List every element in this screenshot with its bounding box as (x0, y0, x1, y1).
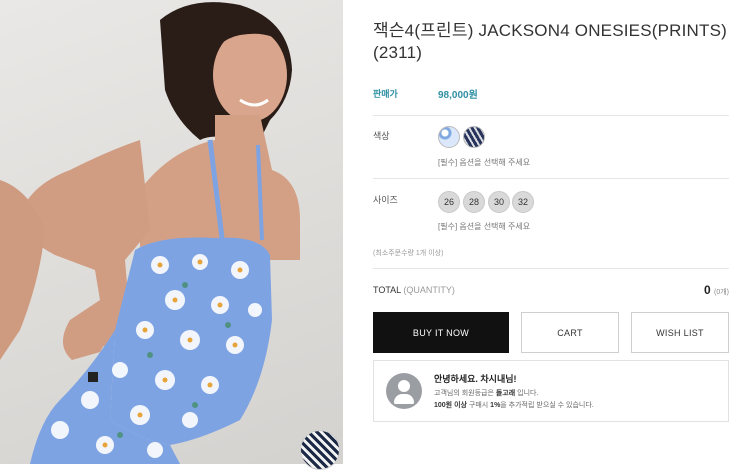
buy-now-button[interactable]: BUY IT NOW (373, 312, 509, 353)
size-option-28[interactable]: 28 (463, 191, 485, 213)
min-order-note: (최소주문수량 1개 이상) (373, 250, 444, 257)
color-swatch-zebra[interactable] (463, 126, 485, 148)
reward-suffix: 을 추가적립 받으실 수 있습니다. (500, 402, 594, 409)
size-option-32[interactable]: 32 (512, 191, 534, 213)
size-option-26[interactable]: 26 (438, 191, 460, 213)
grade-name: 돌고래 (495, 390, 516, 397)
divider (373, 178, 729, 179)
product-title: 잭슨4(프린트) JACKSON4 ONESIES(PRINTS)(2311) (373, 21, 728, 62)
size-required-note: [필수] 옵션을 선택해 주세요 (438, 222, 531, 231)
total-unit: (0개) (714, 289, 729, 296)
price-value: 98,000원 (438, 90, 478, 101)
reward-amount: 100원 이상 (434, 402, 467, 409)
member-grade-line: 고객님의 회원등급은 돌고래 입니다. (434, 388, 538, 398)
wish-list-button[interactable]: WISH LIST (631, 312, 729, 353)
divider (373, 268, 729, 269)
grade-suffix: 입니다. (515, 390, 539, 397)
total-text: TOTAL (373, 285, 401, 295)
avatar-icon (386, 373, 422, 409)
total-value: 0 (0개) (704, 283, 729, 297)
reward-rate: 1% (490, 402, 501, 409)
size-label: 사이즈 (373, 195, 398, 205)
cart-button[interactable]: CART (521, 312, 619, 353)
member-greeting-box: 안녕하세요. 차시내님! 고객님의 회원등급은 돌고래 입니다. 100원 이상… (373, 360, 729, 422)
color-required-note: [필수] 옵션을 선택해 주세요 (438, 158, 531, 167)
color-swatch-floral[interactable] (438, 126, 460, 148)
grade-prefix: 고객님의 회원등급은 (434, 390, 496, 397)
color-label: 색상 (373, 131, 390, 141)
price-label: 판매가 (373, 89, 398, 99)
quantity-text: (QUANTITY) (403, 285, 455, 295)
divider (373, 115, 729, 116)
total-amount: 0 (703, 283, 711, 297)
size-option-30[interactable]: 30 (488, 191, 510, 213)
reward-mid: 구매시 (466, 402, 491, 409)
reward-line: 100원 이상 구매시 1%을 추가적립 받으실 수 있습니다. (434, 400, 594, 410)
product-image (0, 0, 343, 464)
greeting-title: 안녕하세요. 차시내님! (434, 374, 517, 384)
total-label: TOTAL (QUANTITY) (373, 285, 455, 295)
zebra-thumbnail[interactable] (300, 430, 340, 470)
